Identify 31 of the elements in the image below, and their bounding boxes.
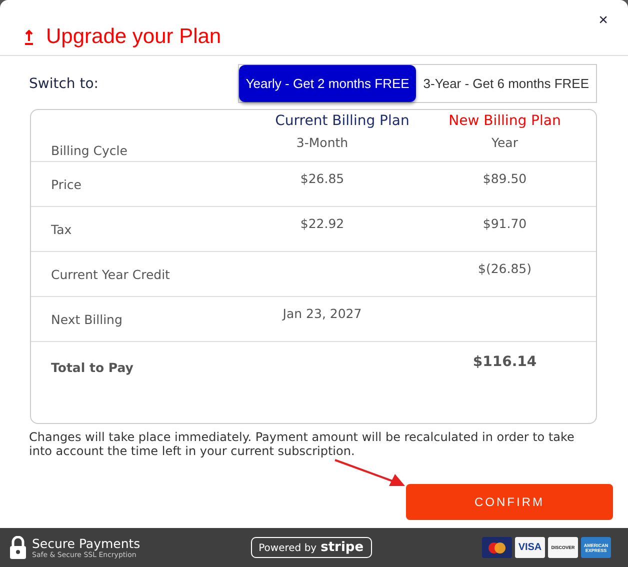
confirm-button[interactable]: CONFIRM	[406, 484, 613, 520]
lock-icon	[10, 536, 26, 560]
table-cell: $26.85	[300, 171, 344, 186]
row-label: Price	[50, 176, 82, 194]
dialog-title-text: Upgrade your Plan	[46, 25, 222, 49]
table-cell: $22.92	[300, 216, 344, 231]
row-label: Current Year Credit	[50, 266, 171, 284]
switch-label: Switch to:	[29, 76, 99, 92]
card-logo-icon	[482, 537, 512, 558]
row-label: Total to Pay	[50, 359, 134, 377]
table-cell: Jan 23, 2027	[282, 306, 362, 321]
plan-option[interactable]: Yearly - Get 2 months FREE	[238, 65, 416, 102]
row-label: Tax	[50, 221, 73, 239]
secure-title: Secure Payments	[32, 536, 140, 551]
table-cell-text: 3-Month	[295, 134, 350, 150]
column-header: Current Billing Plan	[274, 112, 410, 129]
table-cell-text: Year	[490, 134, 519, 150]
table-cell: $91.70	[482, 216, 527, 231]
card-logo: VISA	[514, 537, 545, 558]
table-cell: $116.14	[472, 354, 537, 370]
close-button[interactable]: ×	[598, 12, 608, 30]
upload-icon	[24, 29, 34, 45]
column-header: New Billing Plan	[448, 112, 562, 129]
stripe-logo: stripe	[320, 540, 364, 555]
row-label: Next Billing	[50, 311, 124, 329]
table-cell: $(26.85)	[478, 261, 532, 276]
table-cell: $89.50	[482, 171, 527, 186]
notice-text: Changes will take place immediately. Payment amount will be recalculated in order to take into account the time left in your current subscription.	[29, 430, 576, 458]
row-label: Billing Cycle	[50, 142, 128, 160]
powered-text: Powered by	[258, 543, 317, 554]
plan-option[interactable]: 3-Year - Get 6 months FREE	[416, 65, 596, 102]
